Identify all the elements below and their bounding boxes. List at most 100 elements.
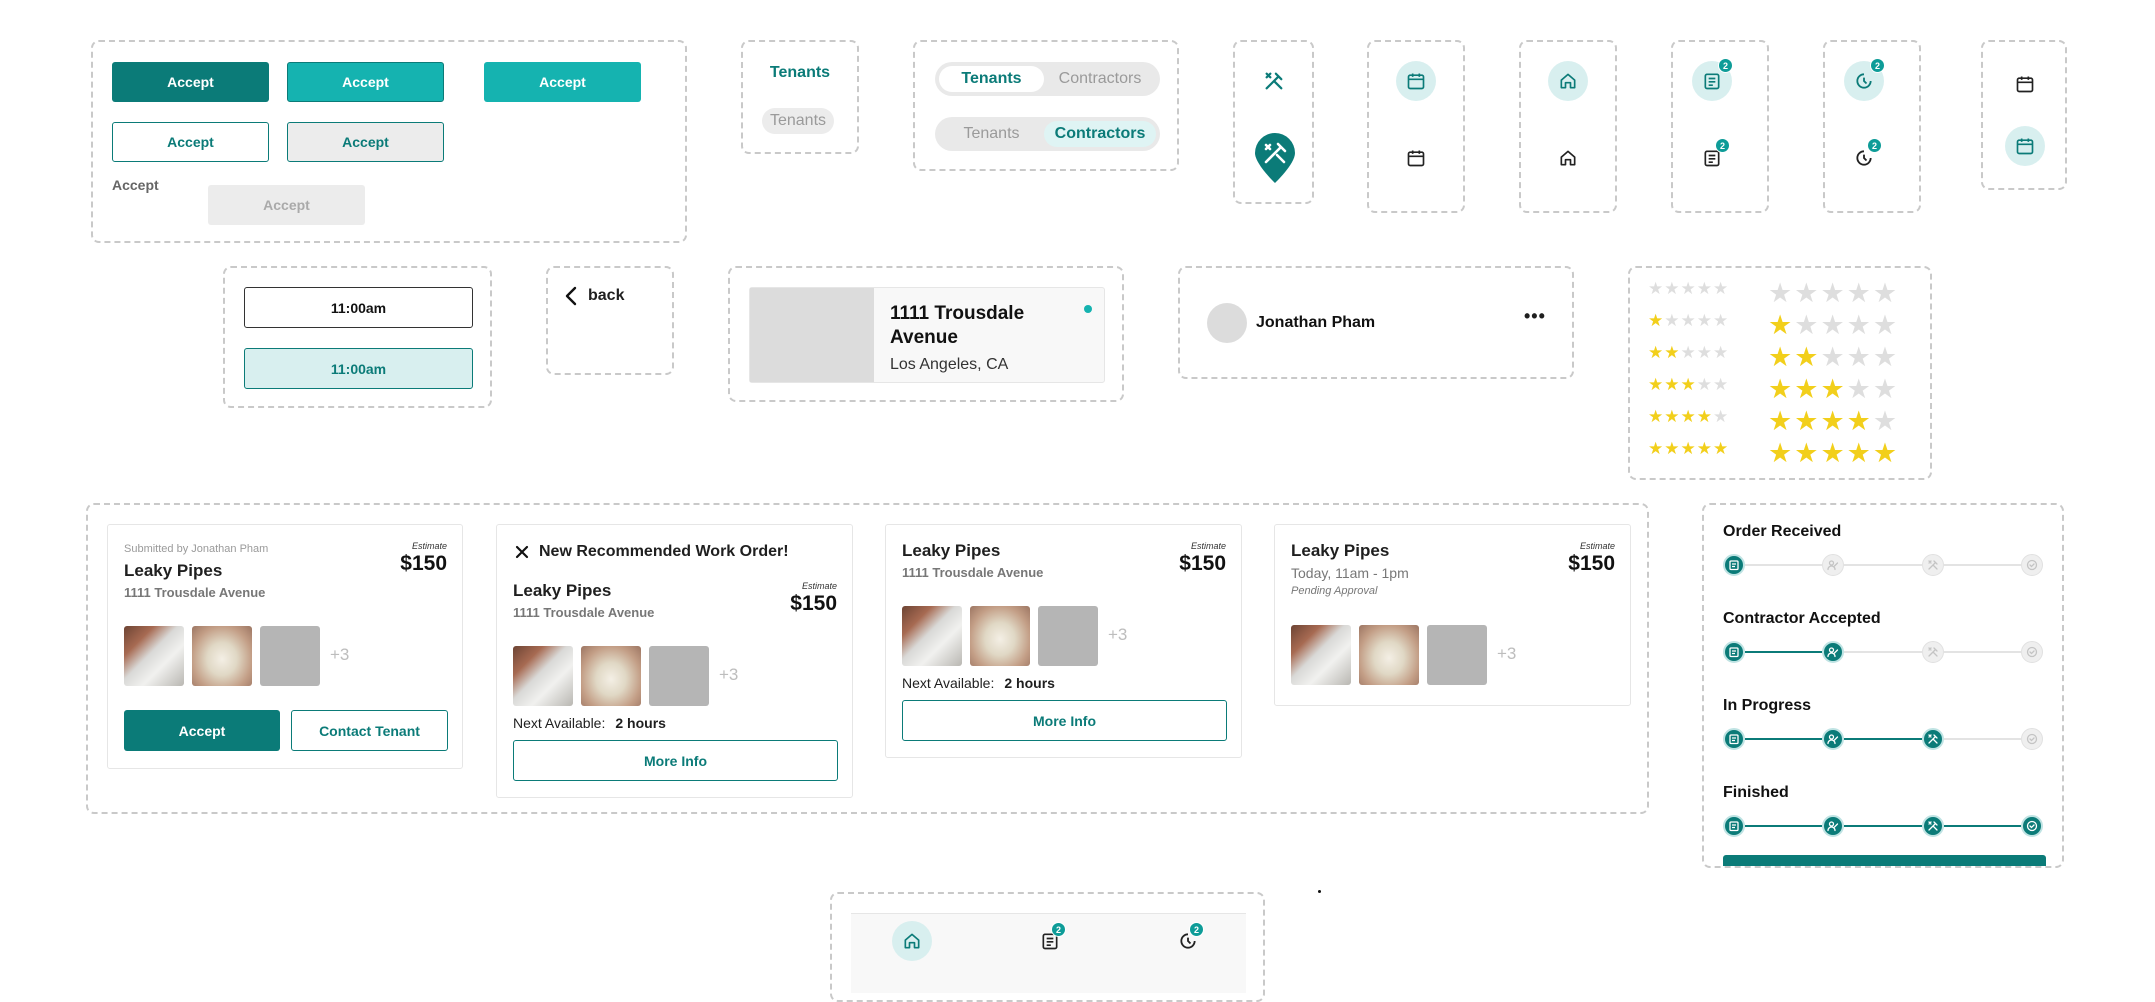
star-icon[interactable]: ★ — [1847, 312, 1871, 339]
clipboard-icon-active[interactable]: 2 — [1692, 58, 1733, 101]
tab-tenants-active[interactable]: Tenants — [743, 64, 857, 82]
star-icon[interactable]: ★ — [1664, 344, 1679, 361]
issue-photo[interactable] — [581, 646, 641, 706]
star-icon[interactable]: ★ — [1768, 440, 1792, 467]
issue-photo[interactable] — [1291, 625, 1351, 685]
star-icon[interactable]: ★ — [1794, 408, 1818, 435]
star-icon[interactable]: ★ — [1681, 344, 1696, 361]
issue-photo[interactable] — [192, 626, 252, 686]
star-icon[interactable]: ★ — [1648, 408, 1663, 425]
star-icon[interactable]: ★ — [1664, 376, 1679, 393]
issue-photo-placeholder[interactable] — [649, 646, 709, 706]
calendar-icon-active[interactable] — [2005, 126, 2045, 166]
star-icon[interactable]: ★ — [1768, 280, 1792, 307]
star-icon[interactable]: ★ — [1820, 344, 1844, 371]
star-icon[interactable]: ★ — [1697, 408, 1712, 425]
star-rating-small-0[interactable]: ★ ★ ★ ★ ★ — [1648, 280, 1729, 297]
star-icon[interactable]: ★ — [1697, 376, 1712, 393]
accept-button-secondary-pressed[interactable]: Accept — [287, 122, 444, 162]
work-order-card-contractor[interactable]: Leaky Pipes 1111 Trousdale Avenue Estima… — [885, 524, 1242, 758]
issue-photo[interactable] — [970, 606, 1030, 666]
issue-photo-placeholder[interactable] — [1038, 606, 1098, 666]
back-button[interactable]: back — [564, 286, 624, 306]
segment-tenants[interactable]: Tenants — [939, 66, 1044, 92]
close-icon[interactable] — [515, 545, 529, 559]
star-icon[interactable]: ★ — [1713, 408, 1728, 425]
issue-photo[interactable] — [1359, 625, 1419, 685]
star-icon[interactable]: ★ — [1847, 376, 1871, 403]
star-icon[interactable]: ★ — [1713, 440, 1728, 457]
accept-button-hover[interactable]: Accept — [287, 62, 444, 102]
star-icon[interactable]: ★ — [1681, 440, 1696, 457]
star-icon[interactable]: ★ — [1648, 344, 1663, 361]
star-icon[interactable]: ★ — [1820, 408, 1844, 435]
star-icon[interactable]: ★ — [1697, 280, 1712, 297]
clock-icon[interactable]: 2 — [1852, 138, 1882, 170]
tools-icon[interactable] — [1261, 68, 1287, 94]
star-rating-large-5[interactable]: ★ ★ ★ ★ ★ — [1768, 440, 1899, 467]
work-order-card-pending[interactable]: Leaky Pipes Today, 11am - 1pm Pending Ap… — [1274, 524, 1631, 706]
issue-photo[interactable] — [513, 646, 573, 706]
calendar-icon[interactable] — [1404, 146, 1428, 170]
star-icon[interactable]: ★ — [1681, 408, 1696, 425]
calendar-icon[interactable] — [2013, 72, 2037, 96]
segment-tenants[interactable]: Tenants — [939, 121, 1044, 147]
property-card[interactable]: 1111 Trousdale Avenue Los Angeles, CA — [749, 287, 1105, 383]
star-icon[interactable]: ★ — [1697, 344, 1712, 361]
star-icon[interactable]: ★ — [1664, 312, 1679, 329]
home-icon-active[interactable] — [1548, 61, 1588, 101]
star-icon[interactable]: ★ — [1648, 376, 1663, 393]
star-icon[interactable]: ★ — [1713, 312, 1728, 329]
star-icon[interactable]: ★ — [1648, 312, 1663, 329]
more-photos-count[interactable]: +3 — [1497, 644, 1516, 664]
issue-photo[interactable] — [124, 626, 184, 686]
nav-clock-icon[interactable]: 2 — [1176, 922, 1204, 953]
star-icon[interactable]: ★ — [1794, 440, 1818, 467]
star-icon[interactable]: ★ — [1794, 312, 1818, 339]
star-rating-small-4[interactable]: ★ ★ ★ ★ ★ — [1648, 408, 1729, 425]
star-icon[interactable]: ★ — [1794, 280, 1818, 307]
star-icon[interactable]: ★ — [1713, 344, 1728, 361]
star-icon[interactable]: ★ — [1697, 312, 1712, 329]
more-photos-count[interactable]: +3 — [719, 665, 738, 685]
star-icon[interactable]: ★ — [1713, 376, 1728, 393]
contact-tenant-button[interactable]: Contact Tenant — [291, 710, 448, 751]
star-rating-large-3[interactable]: ★ ★ ★ ★ ★ — [1768, 376, 1899, 403]
star-rating-small-1[interactable]: ★ ★ ★ ★ ★ — [1648, 312, 1729, 329]
clipboard-icon[interactable]: 2 — [1700, 138, 1730, 170]
star-icon[interactable]: ★ — [1873, 344, 1897, 371]
star-icon[interactable]: ★ — [1873, 280, 1897, 307]
star-icon[interactable]: ★ — [1664, 440, 1679, 457]
nav-clipboard-icon[interactable]: 2 — [1038, 922, 1066, 953]
star-icon[interactable]: ★ — [1820, 376, 1844, 403]
star-icon[interactable]: ★ — [1681, 312, 1696, 329]
progress-action-button[interactable] — [1723, 855, 2046, 866]
star-icon[interactable]: ★ — [1648, 280, 1663, 297]
more-options-icon[interactable]: ••• — [1524, 306, 1546, 327]
more-info-button[interactable]: More Info — [902, 700, 1227, 741]
calendar-icon-active[interactable] — [1396, 61, 1436, 101]
accept-text-link[interactable]: Accept — [112, 177, 159, 193]
star-icon[interactable]: ★ — [1713, 280, 1728, 297]
more-photos-count[interactable]: +3 — [330, 645, 349, 665]
star-icon[interactable]: ★ — [1873, 376, 1897, 403]
accept-button[interactable]: Accept — [124, 710, 280, 751]
star-icon[interactable]: ★ — [1681, 280, 1696, 297]
nav-home-icon[interactable] — [892, 921, 932, 961]
tab-tenants-inactive[interactable]: Tenants — [762, 108, 834, 134]
star-icon[interactable]: ★ — [1664, 280, 1679, 297]
segment-contractors[interactable]: Contractors — [1044, 121, 1156, 147]
map-pin-tools-icon[interactable] — [1253, 132, 1297, 184]
star-icon[interactable]: ★ — [1847, 440, 1871, 467]
clock-icon-active[interactable]: 2 — [1844, 58, 1885, 101]
star-rating-small-3[interactable]: ★ ★ ★ ★ ★ — [1648, 376, 1729, 393]
star-icon[interactable]: ★ — [1664, 408, 1679, 425]
time-slot-selected[interactable]: 11:00am — [244, 348, 473, 389]
star-icon[interactable]: ★ — [1847, 344, 1871, 371]
accept-button-bright[interactable]: Accept — [484, 62, 641, 102]
star-icon[interactable]: ★ — [1873, 440, 1897, 467]
star-rating-small-5[interactable]: ★ ★ ★ ★ ★ — [1648, 440, 1729, 457]
accept-button-primary[interactable]: Accept — [112, 62, 269, 102]
star-rating-large-2[interactable]: ★ ★ ★ ★ ★ — [1768, 344, 1899, 371]
issue-photo-placeholder[interactable] — [1427, 625, 1487, 685]
